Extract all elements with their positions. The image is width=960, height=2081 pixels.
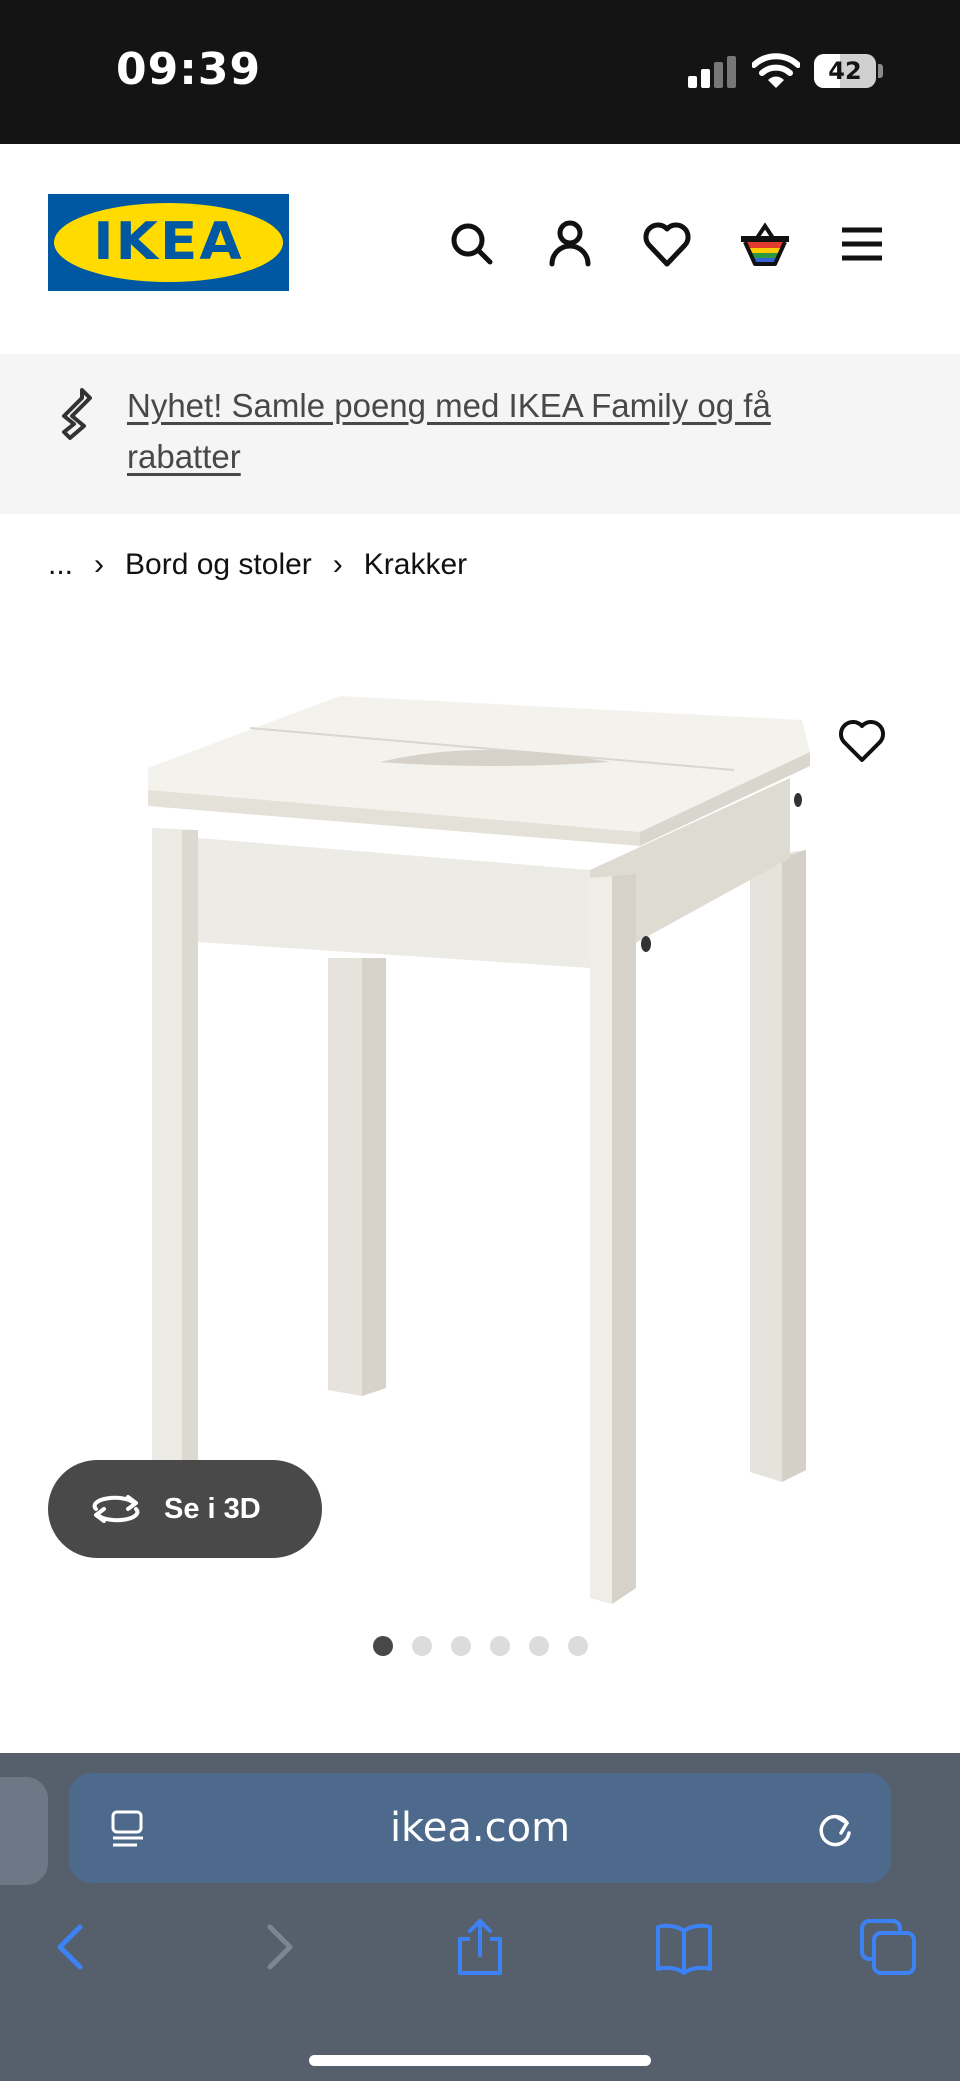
bookmarks-icon[interactable] <box>652 1915 716 1979</box>
gallery-pagination[interactable] <box>0 1634 960 1658</box>
back-icon[interactable] <box>40 1915 104 1979</box>
battery-percentage: 42 <box>828 57 862 85</box>
search-icon[interactable] <box>442 214 502 274</box>
breadcrumb-tables-chairs[interactable]: Bord og stoler <box>125 548 312 582</box>
ikea-family-icon <box>62 388 92 440</box>
reload-icon[interactable] <box>813 1807 857 1851</box>
ikea-logo[interactable]: IKEA <box>48 194 289 291</box>
browser-toolbar: ikea.com <box>0 1753 960 2081</box>
breadcrumb-separator: › <box>94 548 105 581</box>
basket-icon[interactable] <box>735 214 795 274</box>
rotate-3d-icon <box>92 1495 140 1523</box>
breadcrumb-ellipsis[interactable]: ... <box>48 548 73 582</box>
gallery-dot[interactable] <box>529 1636 549 1656</box>
view-3d-label: Se i 3D <box>164 1492 261 1525</box>
forward-icon[interactable] <box>246 1915 310 1979</box>
gallery-dot[interactable] <box>412 1636 432 1656</box>
home-indicator <box>309 2055 651 2066</box>
address-bar[interactable]: ikea.com <box>69 1773 891 1883</box>
gallery-dot[interactable] <box>490 1636 510 1656</box>
menu-icon[interactable] <box>832 214 892 274</box>
previous-tab-peek[interactable] <box>0 1777 48 1885</box>
breadcrumb-separator: › <box>332 548 343 581</box>
gallery-dot[interactable] <box>373 1636 393 1656</box>
product-gallery[interactable]: Se i 3D <box>0 620 960 1656</box>
promo-banner[interactable]: Nyhet! Samle poeng med IKEA Family og få… <box>0 354 960 514</box>
battery-cap <box>878 64 883 78</box>
view-3d-button[interactable]: Se i 3D <box>48 1460 322 1558</box>
battery-icon: 42 <box>814 54 876 88</box>
signal-icon <box>688 56 738 88</box>
url-text[interactable]: ikea.com <box>69 1773 891 1883</box>
promo-link[interactable]: Nyhet! Samle poeng med IKEA Family og få… <box>127 380 867 482</box>
heart-icon[interactable] <box>637 214 697 274</box>
gallery-dot[interactable] <box>568 1636 588 1656</box>
status-time: 09:39 <box>116 44 262 95</box>
logo-text: IKEA <box>93 212 244 272</box>
site-header: IKEA <box>0 144 960 354</box>
gallery-dot[interactable] <box>451 1636 471 1656</box>
tabs-icon[interactable] <box>856 1915 920 1979</box>
favorite-heart-icon[interactable] <box>836 716 888 766</box>
wifi-icon <box>752 53 800 88</box>
share-icon[interactable] <box>448 1915 512 1979</box>
breadcrumb: ... › Bord og stoler › Krakker <box>48 542 467 588</box>
status-bar: 09:39 42 <box>0 0 960 144</box>
breadcrumb-stools[interactable]: Krakker <box>364 548 467 582</box>
account-icon[interactable] <box>540 214 600 274</box>
